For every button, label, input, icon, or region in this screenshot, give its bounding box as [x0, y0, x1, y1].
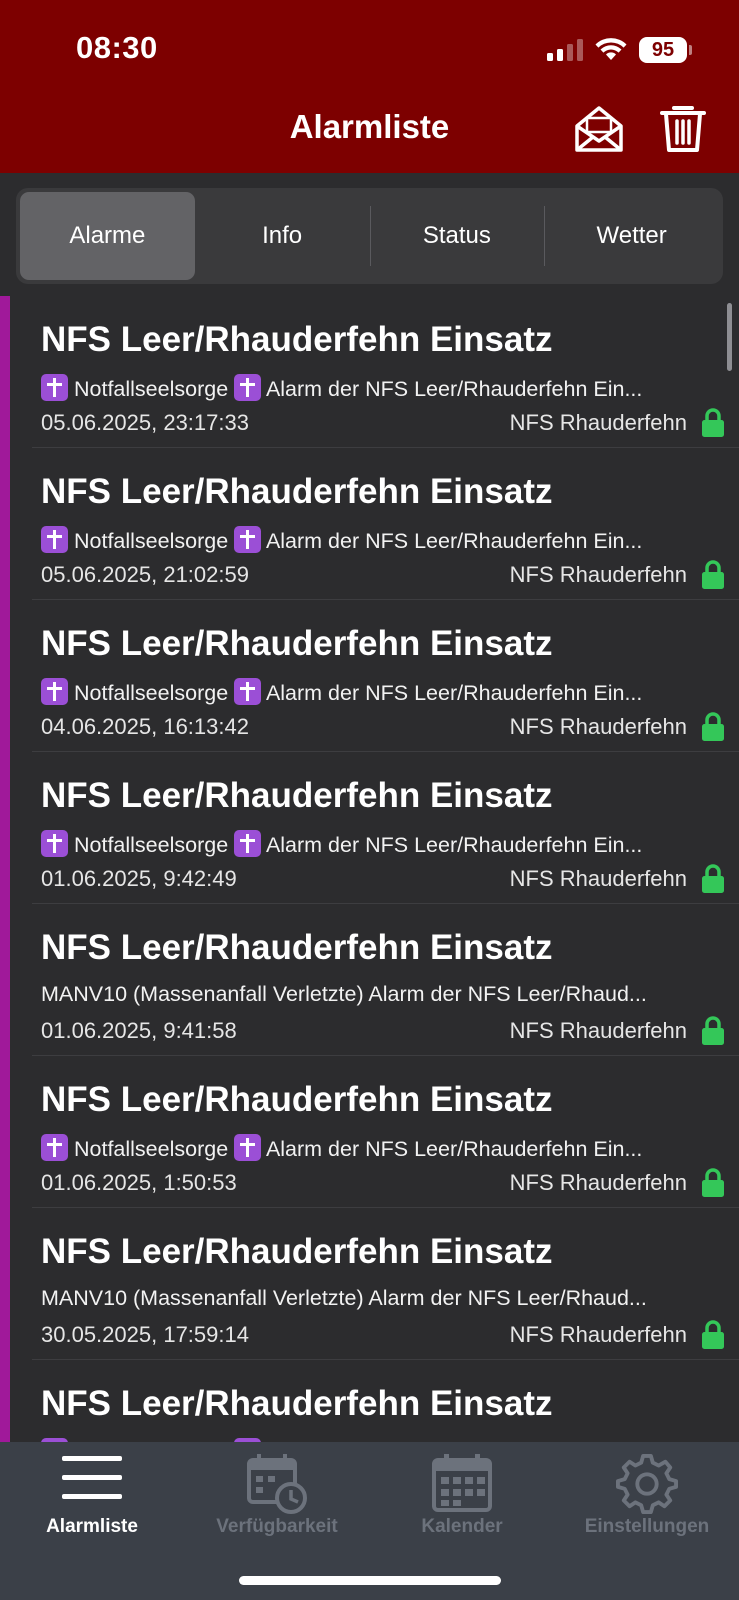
wifi-icon: [595, 38, 627, 60]
alarm-subtitle: MANV10 (Massenanfall Verletzte) Alarm de…: [41, 1286, 701, 1311]
list-icon: [62, 1456, 122, 1499]
segmented-control: Alarme Info Status Wetter: [16, 188, 723, 284]
lock-icon: [702, 1320, 724, 1349]
alarm-message: Alarm der NFS Leer/Rhauderfehn Ein...: [265, 1137, 643, 1161]
alarm-message: Alarm der NFS Leer/Rhauderfehn Ein...: [265, 833, 643, 857]
lock-icon: [702, 1168, 724, 1197]
calendar-clock-icon: [247, 1454, 307, 1514]
list-item[interactable]: NFS Leer/Rhauderfehn Einsatz MANV10 (Mass…: [32, 904, 739, 1056]
alarm-title: NFS Leer/Rhauderfehn Einsatz: [41, 1384, 553, 1423]
alarm-date: 05.06.2025, 23:17:33: [41, 410, 249, 435]
status-indicators: 95: [547, 36, 692, 64]
alarm-subtitle-text: MANV10 (Massenanfall Verletzte) Alarm de…: [41, 982, 647, 1006]
list-item[interactable]: NFS Leer/Rhauderfehn Einsatz MANV10 (Mass…: [32, 1208, 739, 1360]
cross-icon: [234, 1134, 262, 1161]
page-title: Alarmliste: [289, 108, 450, 145]
list-item[interactable]: NFS Leer/Rhauderfehn Einsatz Notfallseel…: [32, 600, 739, 752]
segment-status[interactable]: Status: [369, 192, 545, 280]
tab-label: Alarmliste: [46, 1516, 138, 1537]
trash-icon[interactable]: [656, 100, 710, 156]
alarm-category: Notfallseelsorge: [73, 377, 229, 401]
list-item[interactable]: NFS Leer/Rhauderfehn Einsatz Notfallseel…: [32, 1056, 739, 1208]
lock-icon: [702, 408, 724, 437]
segment-wetter[interactable]: Wetter: [544, 192, 719, 280]
cross-icon: [234, 526, 262, 553]
alarm-source: NFS Rhauderfehn: [509, 562, 687, 587]
alarm-title: NFS Leer/Rhauderfehn Einsatz: [41, 928, 553, 967]
tab-kalender[interactable]: Kalender: [370, 1442, 554, 1560]
lock-icon: [702, 712, 724, 741]
alarm-date: 01.06.2025, 9:41:58: [41, 1018, 237, 1043]
alarm-category: Notfallseelsorge: [73, 681, 229, 705]
list-item[interactable]: NFS Leer/Rhauderfehn Einsatz Notfallseel…: [32, 448, 739, 600]
alarm-date: 01.06.2025, 9:42:49: [41, 866, 237, 891]
segment-info[interactable]: Info: [195, 192, 370, 280]
alarm-title: NFS Leer/Rhauderfehn Einsatz: [41, 624, 553, 663]
alarm-title: NFS Leer/Rhauderfehn Einsatz: [41, 1080, 553, 1119]
alarm-source: NFS Rhauderfehn: [509, 1018, 687, 1043]
alarm-subtitle: Notfallseelsorge Alarm der NFS Leer/Rhau…: [41, 526, 701, 554]
home-indicator: [239, 1576, 501, 1585]
calendar-icon: [432, 1454, 492, 1512]
alarm-source: NFS Rhauderfehn: [509, 410, 687, 435]
alarm-source: NFS Rhauderfehn: [509, 866, 687, 891]
alarm-category: Notfallseelsorge: [73, 833, 229, 857]
alarm-source: NFS Rhauderfehn: [509, 1322, 687, 1347]
alarm-subtitle: Notfallseelsorge Alarm der NFS Leer/Rhau…: [41, 678, 701, 706]
cross-icon: [41, 526, 68, 553]
battery-icon: 95: [639, 37, 692, 63]
alarm-title: NFS Leer/Rhauderfehn Einsatz: [41, 1232, 553, 1271]
gear-icon: [616, 1453, 678, 1514]
list-item[interactable]: NFS Leer/Rhauderfehn Einsatz Notfallseel…: [32, 296, 739, 448]
lock-icon: [702, 864, 724, 893]
cellular-signal-icon: [547, 39, 583, 61]
alarm-date: 04.06.2025, 16:13:42: [41, 714, 249, 739]
segment-alarme[interactable]: Alarme: [20, 192, 195, 280]
alarm-list[interactable]: NFS Leer/Rhauderfehn Einsatz Notfallseel…: [0, 296, 739, 1442]
status-time: 08:30: [76, 30, 158, 65]
alarm-subtitle: Notfallseelsorge Alarm der NFS Leer/Rhau…: [41, 830, 701, 858]
cross-icon: [41, 374, 68, 401]
alarm-category: Notfallseelsorge: [73, 1137, 229, 1161]
list-item[interactable]: NFS Leer/Rhauderfehn Einsatz Notfallseel…: [32, 1360, 739, 1442]
alarm-subtitle-text: MANV10 (Massenanfall Verletzte) Alarm de…: [41, 1286, 647, 1310]
alarm-source: NFS Rhauderfehn: [509, 1170, 687, 1195]
tab-alarmliste[interactable]: Alarmliste: [0, 1442, 184, 1560]
tab-label: Verfügbarkeit: [216, 1516, 338, 1537]
cross-icon: [41, 1134, 68, 1161]
app-header: 08:30 95 Alarmliste: [0, 0, 739, 173]
alarm-title: NFS Leer/Rhauderfehn Einsatz: [41, 776, 553, 815]
alarm-message: Alarm der NFS Leer/Rhauderfehn Ein...: [265, 529, 643, 553]
alarm-subtitle: Notfallseelsorge Alarm der NFS Leer/Rhau…: [41, 374, 701, 402]
alarm-date: 05.06.2025, 21:02:59: [41, 562, 249, 587]
lock-icon: [702, 1016, 724, 1045]
alarm-message: Alarm der NFS Leer/Rhauderfehn Ein...: [265, 681, 643, 705]
cross-icon: [41, 678, 68, 705]
cross-icon: [234, 830, 262, 857]
alarm-date: 01.06.2025, 1:50:53: [41, 1170, 237, 1195]
alarm-subtitle: Notfallseelsorge Alarm der NFS Leer/Rhau…: [41, 1134, 701, 1162]
cross-icon: [234, 374, 262, 401]
tab-label: Einstellungen: [584, 1516, 710, 1537]
tab-label: Kalender: [421, 1516, 503, 1537]
cross-icon: [234, 678, 262, 705]
alarm-title: NFS Leer/Rhauderfehn Einsatz: [41, 320, 553, 359]
lock-icon: [702, 560, 724, 589]
alarm-subtitle: MANV10 (Massenanfall Verletzte) Alarm de…: [41, 982, 701, 1007]
scrollbar[interactable]: [727, 303, 732, 371]
alarm-title: NFS Leer/Rhauderfehn Einsatz: [41, 472, 553, 511]
tab-verfuegbarkeit[interactable]: Verfügbarkeit: [185, 1442, 369, 1560]
alarm-message: Alarm der NFS Leer/Rhauderfehn Ein...: [265, 377, 643, 401]
alarm-category: Notfallseelsorge: [73, 529, 229, 553]
cross-icon: [41, 830, 68, 857]
alarm-source: NFS Rhauderfehn: [509, 714, 687, 739]
alarm-date: 30.05.2025, 17:59:14: [41, 1322, 249, 1347]
envelope-open-icon[interactable]: [572, 100, 626, 156]
list-item[interactable]: NFS Leer/Rhauderfehn Einsatz Notfallseel…: [32, 752, 739, 904]
tab-einstellungen[interactable]: Einstellungen: [555, 1442, 739, 1560]
